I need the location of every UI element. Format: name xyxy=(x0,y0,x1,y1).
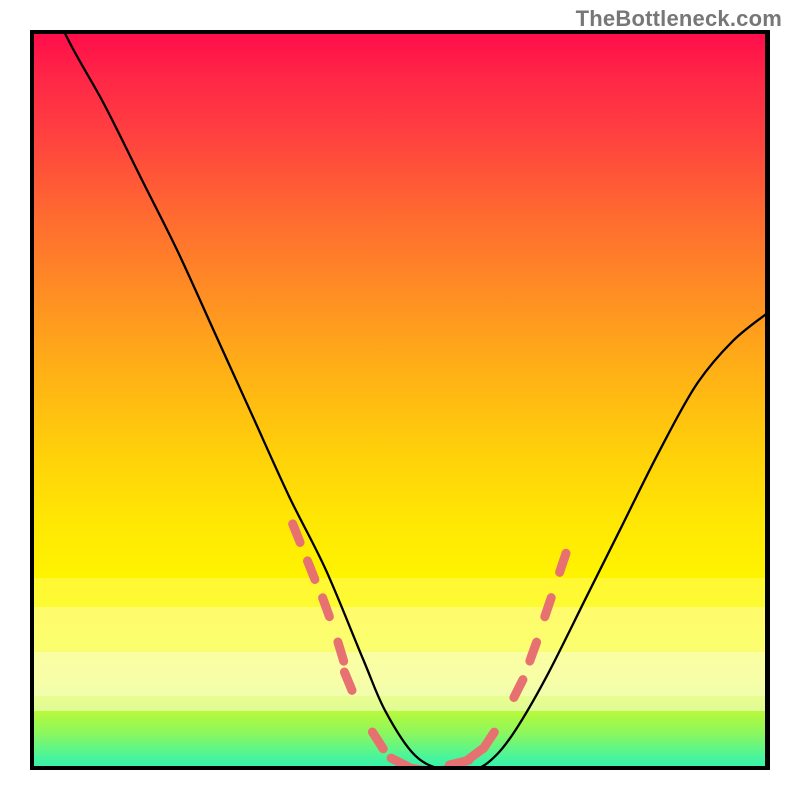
chart-stage: TheBottleneck.com xyxy=(0,0,800,800)
watermark-text: TheBottleneck.com xyxy=(576,6,782,32)
marker-bead xyxy=(545,598,551,617)
marker-bead xyxy=(293,524,300,543)
curve-layer xyxy=(30,30,770,770)
marker-beads-group xyxy=(293,524,566,770)
marker-bead xyxy=(560,553,566,572)
marker-bead xyxy=(530,642,537,661)
marker-bead xyxy=(344,672,352,690)
marker-bead xyxy=(514,680,523,698)
marker-bead xyxy=(308,561,315,580)
marker-bead xyxy=(412,768,432,770)
marker-bead xyxy=(483,732,494,749)
marker-bead xyxy=(372,732,383,749)
marker-bead xyxy=(323,598,330,617)
marker-bead xyxy=(391,758,409,767)
bottleneck-curve xyxy=(30,30,770,770)
marker-bead xyxy=(338,642,344,661)
